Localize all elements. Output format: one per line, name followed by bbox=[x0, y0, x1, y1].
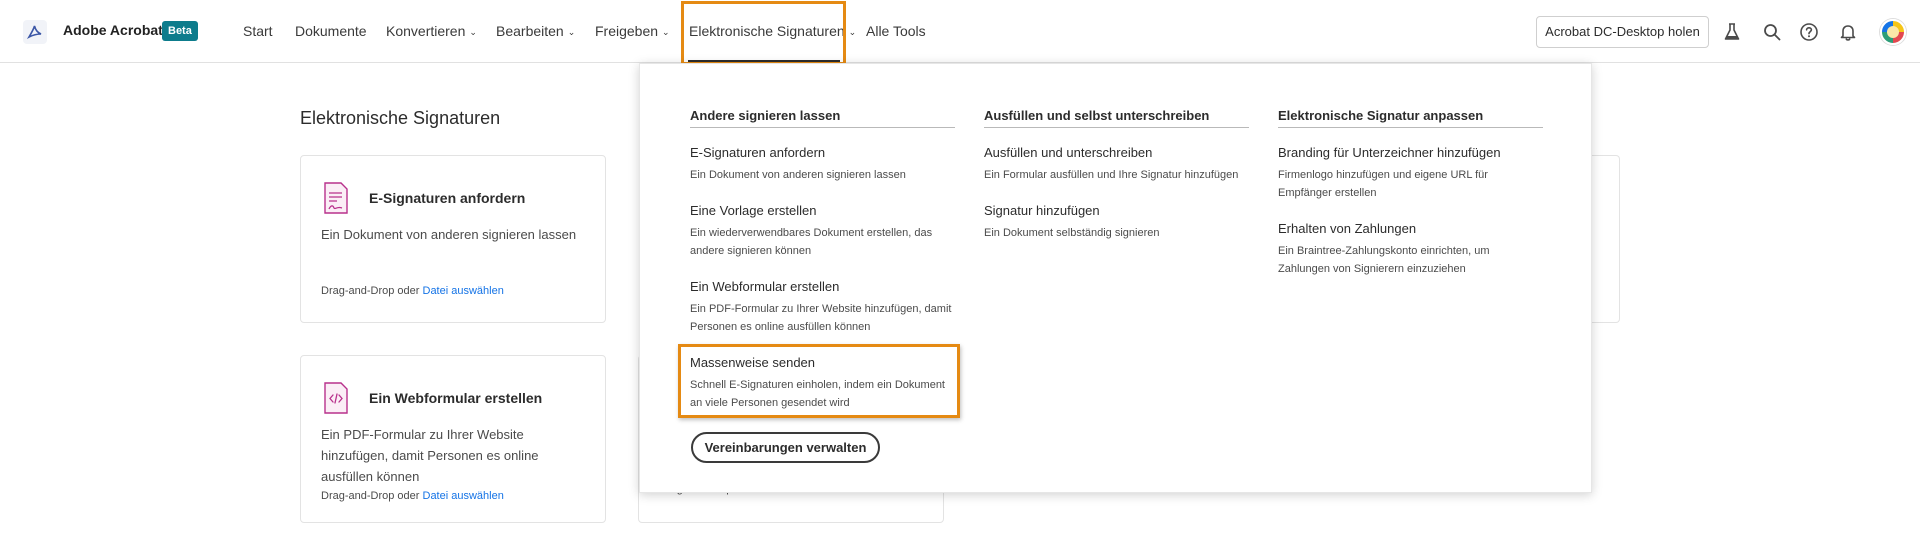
menu-item-create-webform[interactable]: Ein Webformular erstellen Ein PDF-Formul… bbox=[690, 278, 960, 336]
card-request-esignatures[interactable]: E-Signaturen anfordern Ein Dokument von … bbox=[300, 155, 606, 323]
card-description: Ein Dokument von anderen signieren lasse… bbox=[321, 227, 577, 242]
card-title: E-Signaturen anfordern bbox=[369, 190, 526, 206]
nav-dokumente[interactable]: Dokumente bbox=[295, 23, 367, 39]
acrobat-logo-icon[interactable] bbox=[23, 20, 47, 44]
beta-badge: Beta bbox=[162, 21, 198, 41]
nav-start[interactable]: Start bbox=[243, 23, 273, 39]
drag-drop-text: Drag-and-Drop oder bbox=[321, 490, 423, 502]
beaker-icon[interactable] bbox=[1722, 22, 1742, 42]
menu-item-title: Ausfüllen und unterschreiben bbox=[984, 145, 1153, 160]
menu-column-heading: Elektronische Signatur anpassen bbox=[1278, 108, 1543, 128]
menu-item-add-signature[interactable]: Signatur hinzufügen Ein Dokument selbstä… bbox=[984, 202, 1254, 242]
nav-alle-tools-label: Alle Tools bbox=[866, 23, 926, 39]
esignatures-dropdown-menu: Andere signieren lassen E-Signaturen anf… bbox=[639, 63, 1592, 493]
card-footer: Drag-and-Drop oder Datei auswählen bbox=[321, 490, 504, 502]
menu-item-desc: Ein Formular ausfüllen und Ihre Signatur… bbox=[984, 169, 1239, 181]
document-code-icon bbox=[324, 382, 348, 414]
menu-item-title: E-Signaturen anfordern bbox=[690, 145, 826, 160]
menu-item-title: Branding für Unterzeichner hinzufügen bbox=[1278, 145, 1501, 160]
app-name[interactable]: Adobe Acrobat bbox=[63, 22, 163, 38]
document-signature-icon bbox=[324, 182, 348, 214]
nav-bearbeiten[interactable]: Bearbeiten ⌄ bbox=[496, 23, 575, 39]
search-icon[interactable] bbox=[1762, 22, 1782, 42]
menu-item-create-template[interactable]: Eine Vorlage erstellen Ein wiederverwend… bbox=[690, 202, 960, 260]
drag-drop-text: Drag-and-Drop oder bbox=[321, 285, 423, 297]
card-description: Ein PDF-Formular zu Ihrer Website hinzuf… bbox=[321, 427, 539, 484]
menu-item-title: Signatur hinzufügen bbox=[984, 203, 1100, 218]
nav-konvertieren[interactable]: Konvertieren ⌄ bbox=[386, 23, 477, 39]
menu-item-desc: Ein Dokument selbständig signieren bbox=[984, 227, 1160, 239]
menu-column-heading: Ausfüllen und selbst unterschreiben bbox=[984, 108, 1249, 128]
help-icon[interactable] bbox=[1799, 22, 1819, 42]
card-create-webform[interactable]: Ein Webformular erstellen Ein PDF-Formul… bbox=[300, 355, 606, 523]
chevron-down-icon: ⌄ bbox=[469, 27, 477, 37]
nav-konvertieren-label: Konvertieren bbox=[386, 23, 466, 39]
menu-item-title: Erhalten von Zahlungen bbox=[1278, 221, 1417, 236]
nav-dokumente-label: Dokumente bbox=[295, 23, 367, 39]
bell-icon[interactable] bbox=[1838, 22, 1858, 42]
menu-item-title: Eine Vorlage erstellen bbox=[690, 203, 817, 218]
nav-bearbeiten-label: Bearbeiten bbox=[496, 23, 564, 39]
menu-item-title: Ein Webformular erstellen bbox=[690, 279, 840, 294]
send-in-bulk-highlight-box bbox=[678, 344, 960, 418]
menu-item-collect-payments[interactable]: Erhalten von Zahlungen Ein Braintree-Zah… bbox=[1278, 220, 1508, 278]
nav-start-label: Start bbox=[243, 23, 273, 39]
menu-column-heading: Andere signieren lassen bbox=[690, 108, 955, 128]
chevron-down-icon: ⌄ bbox=[567, 27, 576, 37]
nav-highlight-box bbox=[681, 1, 846, 65]
get-desktop-app-button[interactable]: Acrobat DC-Desktop holen bbox=[1536, 16, 1709, 48]
menu-item-desc: Ein wiederverwendbares Dokument erstelle… bbox=[690, 227, 933, 257]
menu-item-desc: Ein PDF-Formular zu Ihrer Website hinzuf… bbox=[690, 303, 952, 333]
nav-freigeben-label: Freigeben bbox=[595, 23, 659, 39]
menu-item-desc: Firmenlogo hinzufügen und eigene URL für… bbox=[1278, 169, 1488, 199]
page-title: Elektronische Signaturen bbox=[300, 108, 501, 128]
card-footer: Drag-and-Drop oder Datei auswählen bbox=[321, 285, 504, 297]
menu-item-add-branding[interactable]: Branding für Unterzeichner hinzufügen Fi… bbox=[1278, 144, 1508, 202]
nav-alle-tools[interactable]: Alle Tools bbox=[866, 23, 926, 39]
avatar[interactable] bbox=[1880, 19, 1906, 45]
menu-item-desc: Ein Dokument von anderen signieren lasse… bbox=[690, 169, 906, 181]
select-file-link[interactable]: Datei auswählen bbox=[423, 285, 504, 297]
nav-freigeben[interactable]: Freigeben ⌄ bbox=[595, 23, 670, 39]
menu-item-fill-and-sign[interactable]: Ausfüllen und unterschreiben Ein Formula… bbox=[984, 144, 1254, 184]
top-bar: Adobe Acrobat Beta Start Dokumente Konve… bbox=[0, 0, 1920, 63]
manage-agreements-button[interactable]: Vereinbarungen verwalten bbox=[691, 432, 880, 463]
select-file-link[interactable]: Datei auswählen bbox=[423, 490, 504, 502]
menu-item-desc: Ein Braintree-Zahlungskonto einrichten, … bbox=[1278, 245, 1490, 275]
chevron-down-icon: ⌄ bbox=[848, 27, 857, 37]
menu-item-request-esignatures[interactable]: E-Signaturen anfordern Ein Dokument von … bbox=[690, 144, 960, 184]
chevron-down-icon: ⌄ bbox=[662, 27, 670, 37]
card-title: Ein Webformular erstellen bbox=[369, 390, 543, 406]
